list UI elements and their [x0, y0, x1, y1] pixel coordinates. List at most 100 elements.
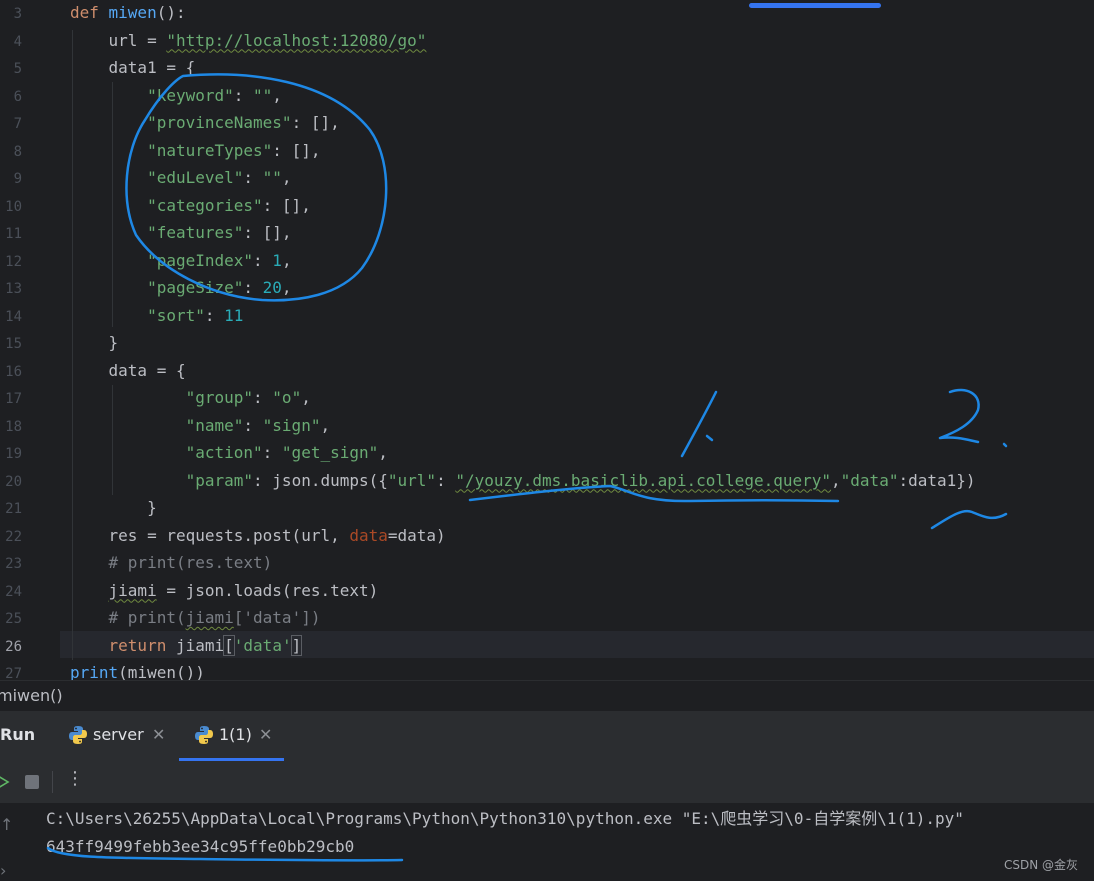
line-number: 19	[5, 446, 22, 462]
close-icon[interactable]: ✕	[259, 725, 272, 744]
code-token: "group"	[185, 388, 254, 407]
line-number: 11	[5, 226, 22, 242]
line-number: 22	[5, 528, 22, 545]
run-panel-title: Run	[0, 725, 36, 744]
code-token: "categories"	[147, 195, 263, 215]
more-options-icon[interactable]: ⋮	[66, 768, 84, 789]
line-number: 15	[5, 336, 22, 352]
code-token: jiami	[108, 580, 157, 600]
code-token: ,	[281, 250, 292, 270]
code-token: :	[243, 168, 263, 187]
horizontal-scrollbar-thumb[interactable]	[749, 3, 881, 8]
code-line: "eduLevel": "",	[70, 168, 292, 188]
code-line: "natureTypes": [],	[70, 141, 320, 161]
rerun-icon[interactable]	[0, 772, 12, 792]
code-token: "param"	[185, 470, 254, 490]
close-icon[interactable]: ✕	[152, 725, 165, 744]
code-token: :	[262, 443, 282, 462]
code-token: 'data'	[233, 635, 292, 655]
console-output[interactable]: ↑ › C:\Users\26255\AppData\Local\Program…	[0, 803, 1094, 881]
console-command-line: C:\Users\26255\AppData\Local\Programs\Py…	[46, 809, 964, 828]
code-line: "param": json.dumps({"url": "/youzy.dms.…	[70, 471, 976, 491]
chevron-right-icon[interactable]: ›	[0, 861, 6, 880]
line-number: 6	[13, 88, 22, 105]
code-token: print	[70, 663, 119, 680]
code-token: = json.loads(res.text)	[156, 580, 379, 600]
code-token: "action"	[185, 443, 263, 462]
code-line: "pageSize": 20,	[70, 278, 292, 298]
code-token: :	[253, 388, 273, 407]
tab-1-1[interactable]: 1(1) ✕	[194, 711, 284, 761]
line-number: 26	[5, 638, 22, 655]
code-token: :	[436, 470, 456, 490]
line-number: 27	[5, 666, 22, 680]
code-token: "data"	[840, 470, 899, 490]
code-token: :	[233, 85, 254, 105]
scroll-up-icon[interactable]: ↑	[0, 815, 13, 834]
code-line: "sort": 11	[70, 306, 243, 326]
code-line: def miwen():	[70, 3, 186, 23]
run-tool-window-header: Run server ✕ 1(1) ✕	[0, 711, 1094, 761]
code-token: miwen	[108, 3, 157, 22]
stop-icon[interactable]	[25, 775, 39, 789]
console-output-line: 643ff9499febb3ee34c95ffe0bb29cb0	[46, 837, 355, 856]
code-token: ,	[378, 443, 388, 462]
code-line: "provinceNames": [],	[70, 113, 340, 133]
code-token: ,	[301, 388, 311, 407]
python-icon	[195, 726, 213, 744]
code-token: : [],	[243, 223, 292, 242]
code-token: jiami	[185, 608, 234, 627]
line-number: 12	[5, 253, 22, 270]
line-number: 8	[13, 143, 22, 160]
line-number: 9	[13, 171, 22, 187]
code-editor[interactable]: 3 4 5 6 7 8 9 10 11 12 13 14 15 16 17 18 19 20 21 22 23 24 25 2…	[0, 0, 1094, 680]
line-number: 20	[5, 473, 22, 490]
code-token: "features"	[147, 223, 244, 242]
code-token: "/youzy.dms.basiclib.api.college.query"	[455, 470, 832, 490]
line-number: 4	[13, 33, 22, 50]
code-line: url = "http://localhost:12080/go"	[70, 31, 427, 51]
code-token: ['data'])	[233, 608, 321, 627]
code-token: ,	[320, 415, 331, 435]
console-gutter: ↑ ›	[0, 803, 30, 881]
code-line: data1 = {	[70, 58, 196, 78]
code-token: [	[223, 634, 235, 656]
code-token: "sort"	[147, 305, 205, 325]
code-line: }	[70, 333, 119, 353]
code-line: data = {	[70, 361, 186, 381]
line-number: 3	[13, 6, 22, 22]
code-token: :	[204, 305, 225, 325]
code-token: :	[253, 250, 273, 270]
code-token: ""	[253, 85, 273, 105]
code-token: "eduLevel"	[147, 168, 244, 187]
code-line: "action": "get_sign",	[70, 443, 388, 463]
code-token: "name"	[185, 415, 244, 435]
code-token: 11	[224, 305, 244, 325]
code-token: :	[243, 278, 263, 297]
code-token: 1	[272, 250, 282, 270]
code-line: # print(jiami['data'])	[70, 608, 321, 628]
line-number: 24	[5, 583, 22, 600]
code-token: "get_sign"	[281, 443, 379, 462]
code-token: ,	[272, 85, 282, 105]
code-line: "pageIndex": 1,	[70, 251, 292, 271]
code-token: return	[108, 635, 176, 655]
run-toolbar: ⋮	[0, 761, 1094, 803]
code-token: ():	[156, 3, 186, 22]
code-token: "pageSize"	[147, 278, 244, 297]
code-token: "natureTypes"	[147, 140, 273, 160]
breadcrumb[interactable]: miwen()	[0, 686, 63, 705]
code-line: jiami = json.loads(res.text)	[70, 580, 379, 601]
tab-server[interactable]: server ✕	[68, 711, 168, 761]
line-number: 23	[5, 556, 22, 572]
